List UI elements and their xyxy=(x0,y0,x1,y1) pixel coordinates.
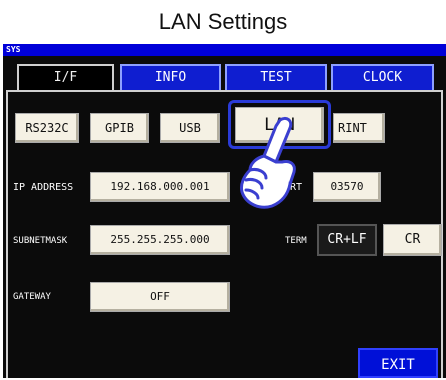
tab-clock[interactable]: CLOCK xyxy=(331,64,434,90)
term-crlf-option[interactable]: CR+LF xyxy=(317,224,377,256)
ip-address-label: IP ADDRESS xyxy=(13,182,74,193)
port-field[interactable]: 03570 xyxy=(313,172,381,202)
term-label: TERM xyxy=(285,236,307,246)
gpib-button[interactable]: GPIB xyxy=(90,113,149,143)
exit-button[interactable]: EXIT xyxy=(358,348,438,378)
subnetmask-label: SUBNETMASK xyxy=(13,236,68,246)
tab-test[interactable]: TEST xyxy=(225,64,327,90)
gateway-label: GATEWAY xyxy=(13,292,51,302)
page-title: LAN Settings xyxy=(158,9,288,34)
tab-info[interactable]: INFO xyxy=(120,64,221,90)
term-cr-option[interactable]: CR xyxy=(383,224,442,256)
sys-bar: SYS xyxy=(3,44,446,56)
rs232c-button[interactable]: RS232C xyxy=(15,113,79,143)
pointing-hand-icon xyxy=(240,116,296,209)
tab-if[interactable]: I/F xyxy=(17,64,114,90)
ip-address-field[interactable]: 192.168.000.001 xyxy=(90,172,230,202)
lan-settings-figure: LAN Settings SYS I/F INFO TEST CLOCK RS2… xyxy=(0,0,446,378)
subnetmask-field[interactable]: 255.255.255.000 xyxy=(90,225,230,255)
device-screen: SYS I/F INFO TEST CLOCK RS232C GPIB USB … xyxy=(3,44,446,378)
rint-button[interactable]: RINT xyxy=(333,113,385,143)
gateway-field[interactable]: OFF xyxy=(90,282,230,312)
usb-button[interactable]: USB xyxy=(160,113,220,143)
